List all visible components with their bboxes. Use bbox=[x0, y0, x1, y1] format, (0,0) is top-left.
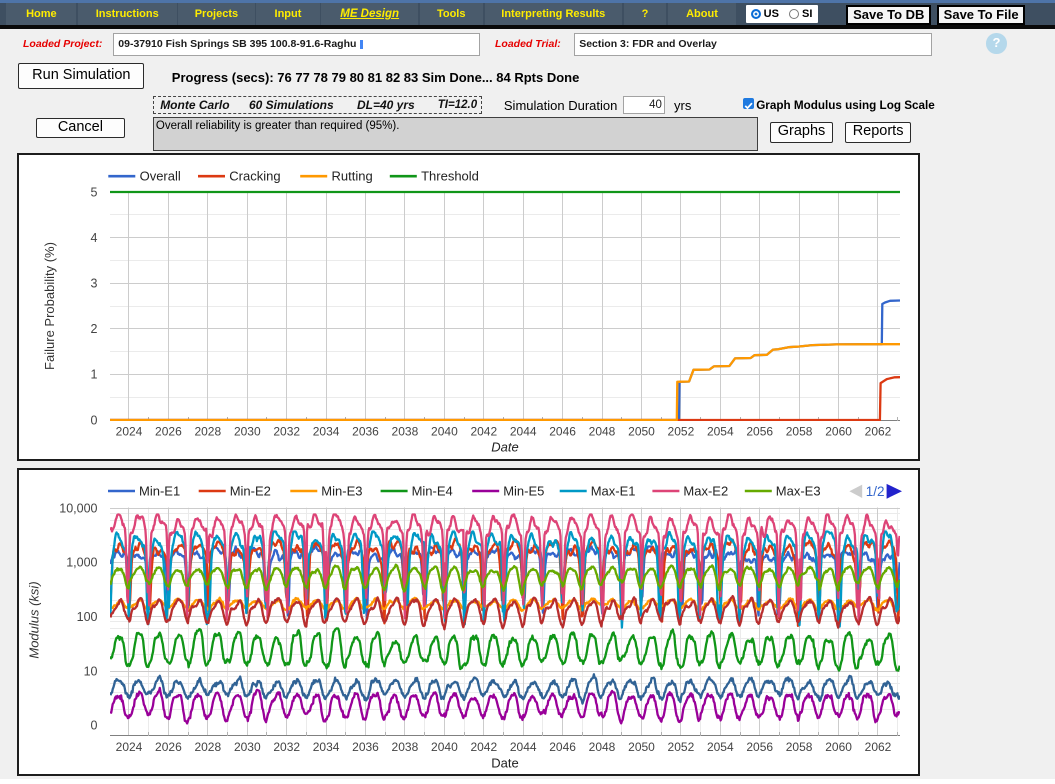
svg-text:2062: 2062 bbox=[865, 425, 892, 439]
svg-text:Modulus (ksi): Modulus (ksi) bbox=[27, 581, 42, 658]
svg-text:2042: 2042 bbox=[470, 425, 497, 439]
svg-text:2052: 2052 bbox=[668, 425, 695, 439]
svg-text:2046: 2046 bbox=[549, 740, 576, 754]
svg-text:2048: 2048 bbox=[589, 740, 616, 754]
svg-text:2040: 2040 bbox=[431, 740, 458, 754]
svg-text:10,000: 10,000 bbox=[59, 501, 97, 515]
svg-text:Overall: Overall bbox=[140, 169, 181, 184]
svg-text:2026: 2026 bbox=[155, 425, 182, 439]
svg-text:1/2: 1/2 bbox=[866, 484, 885, 499]
svg-text:2028: 2028 bbox=[194, 740, 221, 754]
svg-text:2036: 2036 bbox=[352, 425, 379, 439]
svg-text:2038: 2038 bbox=[392, 740, 419, 754]
svg-text:2: 2 bbox=[91, 322, 98, 336]
svg-text:Min-E3: Min-E3 bbox=[321, 484, 362, 499]
svg-text:2060: 2060 bbox=[825, 425, 852, 439]
svg-text:2032: 2032 bbox=[273, 740, 300, 754]
svg-text:2044: 2044 bbox=[510, 425, 537, 439]
svg-text:Failure Probability (%): Failure Probability (%) bbox=[42, 242, 57, 370]
svg-text:Threshold: Threshold bbox=[421, 169, 479, 184]
svg-text:2040: 2040 bbox=[431, 425, 458, 439]
svg-text:5: 5 bbox=[91, 185, 98, 199]
svg-text:100: 100 bbox=[77, 610, 98, 624]
svg-text:2056: 2056 bbox=[746, 425, 773, 439]
svg-text:10: 10 bbox=[84, 664, 98, 678]
svg-text:Min-E2: Min-E2 bbox=[230, 484, 271, 499]
svg-text:2050: 2050 bbox=[628, 425, 655, 439]
svg-text:1,000: 1,000 bbox=[66, 556, 97, 570]
svg-text:2058: 2058 bbox=[786, 425, 813, 439]
svg-text:2034: 2034 bbox=[313, 740, 340, 754]
svg-text:1: 1 bbox=[91, 368, 98, 382]
svg-text:Date: Date bbox=[491, 756, 518, 771]
svg-text:2034: 2034 bbox=[313, 425, 340, 439]
svg-text:Max-E3: Max-E3 bbox=[776, 484, 821, 499]
svg-text:2038: 2038 bbox=[392, 425, 419, 439]
svg-text:Rutting: Rutting bbox=[332, 169, 373, 184]
svg-text:2046: 2046 bbox=[549, 425, 576, 439]
svg-text:0: 0 bbox=[91, 719, 98, 733]
svg-text:2036: 2036 bbox=[352, 740, 379, 754]
svg-text:4: 4 bbox=[91, 231, 98, 245]
svg-text:0: 0 bbox=[91, 413, 98, 427]
svg-text:3: 3 bbox=[91, 277, 98, 291]
svg-text:2032: 2032 bbox=[273, 425, 300, 439]
svg-text:2030: 2030 bbox=[234, 740, 261, 754]
svg-text:2056: 2056 bbox=[746, 740, 773, 754]
svg-text:2048: 2048 bbox=[589, 425, 616, 439]
svg-text:2024: 2024 bbox=[116, 425, 143, 439]
svg-text:Max-E2: Max-E2 bbox=[683, 484, 728, 499]
svg-text:2060: 2060 bbox=[825, 740, 852, 754]
svg-text:Min-E4: Min-E4 bbox=[412, 484, 453, 499]
svg-text:2024: 2024 bbox=[116, 740, 143, 754]
svg-text:Cracking: Cracking bbox=[229, 169, 280, 184]
svg-text:Min-E1: Min-E1 bbox=[139, 484, 180, 499]
svg-text:2054: 2054 bbox=[707, 425, 734, 439]
svg-text:2042: 2042 bbox=[470, 740, 497, 754]
svg-text:2052: 2052 bbox=[668, 740, 695, 754]
svg-text:2026: 2026 bbox=[155, 740, 182, 754]
svg-text:2044: 2044 bbox=[510, 740, 537, 754]
svg-text:2050: 2050 bbox=[628, 740, 655, 754]
svg-text:Date: Date bbox=[491, 440, 518, 455]
svg-text:Max-E1: Max-E1 bbox=[591, 484, 636, 499]
svg-text:2030: 2030 bbox=[234, 425, 261, 439]
svg-text:2054: 2054 bbox=[707, 740, 734, 754]
svg-text:Min-E5: Min-E5 bbox=[503, 484, 544, 499]
svg-text:2058: 2058 bbox=[786, 740, 813, 754]
svg-text:2062: 2062 bbox=[865, 740, 892, 754]
svg-text:2028: 2028 bbox=[194, 425, 221, 439]
